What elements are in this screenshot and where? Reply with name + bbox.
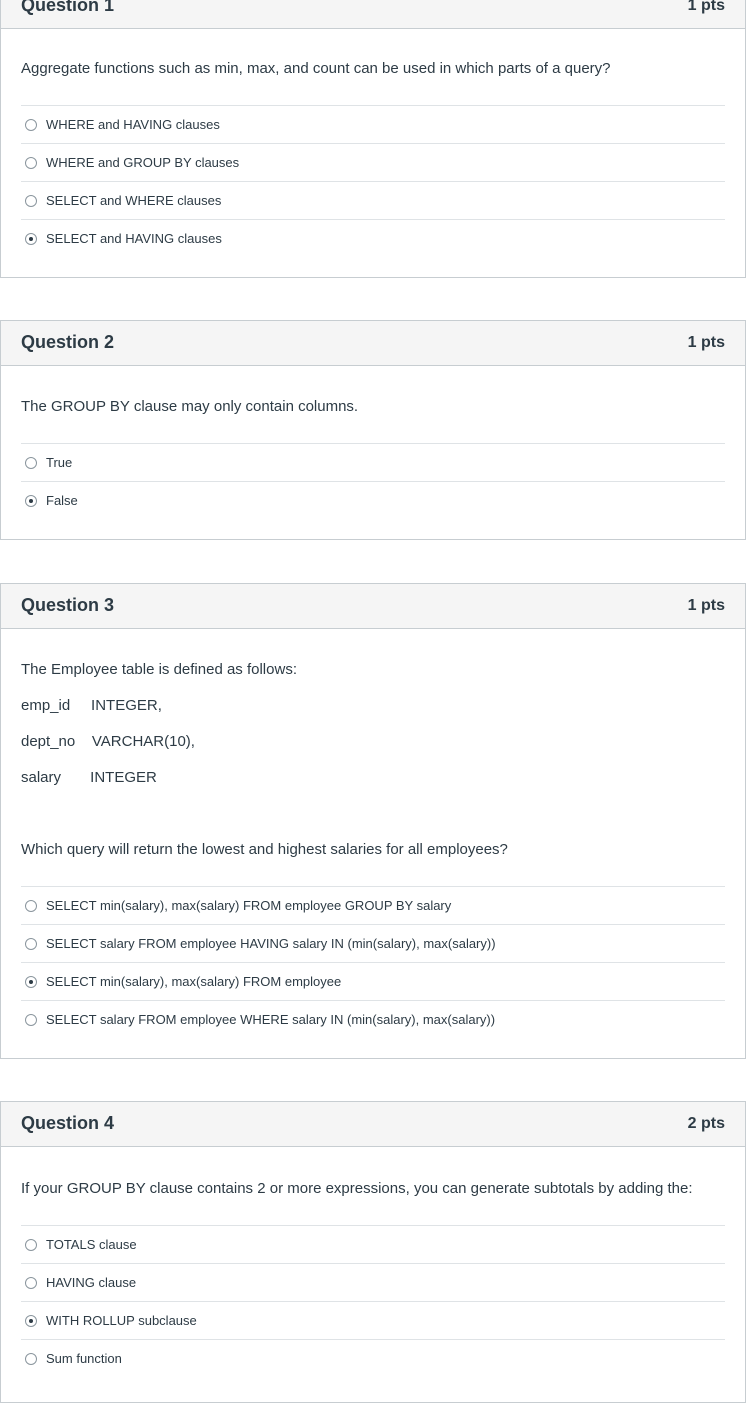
answer-label: True: [46, 455, 73, 470]
question-body: The GROUP BY clause may only contain col…: [1, 366, 745, 519]
radio-unchecked-icon[interactable]: [25, 1238, 37, 1251]
answer-label: False: [46, 493, 78, 508]
answer-list: WHERE and HAVING clauses WHERE and GROUP …: [21, 105, 725, 257]
question-intro: The Employee table is defined as follows…: [21, 661, 297, 678]
answer-option[interactable]: True: [21, 444, 725, 482]
answer-list: TOTALS clause HAVING clause WITH ROLLUP su…: [21, 1225, 725, 1377]
radio-checked-icon[interactable]: [25, 975, 37, 988]
answer-label: WHERE and GROUP BY clauses: [46, 155, 240, 170]
question-text: If your GROUP BY clause contains 2 or mo…: [21, 1180, 693, 1197]
radio-unchecked-icon[interactable]: [25, 1352, 37, 1365]
answer-label: HAVING clause: [46, 1275, 137, 1290]
question-title: Question 4: [21, 1113, 115, 1133]
question-2: Question 2 1 pts The GROUP BY clause may…: [0, 320, 746, 540]
radio-checked-icon[interactable]: [25, 232, 37, 245]
radio-checked-icon[interactable]: [25, 1314, 37, 1327]
question-text: The GROUP BY clause may only contain col…: [21, 398, 359, 415]
question-title: Question 1: [21, 0, 115, 15]
answer-label: WITH ROLLUP subclause: [46, 1313, 197, 1328]
answer-option[interactable]: WHERE and GROUP BY clauses: [21, 144, 725, 182]
radio-unchecked-icon[interactable]: [25, 194, 37, 207]
answer-option[interactable]: WHERE and HAVING clauses: [21, 106, 725, 144]
question-4: Question 4 2 pts If your GROUP BY clause…: [0, 1101, 746, 1403]
answer-option[interactable]: SELECT min(salary), max(salary) FROM emp…: [21, 887, 725, 925]
question-header: Question 3 1 pts: [1, 584, 745, 629]
answer-option[interactable]: TOTALS clause: [21, 1226, 725, 1264]
radio-unchecked-icon[interactable]: [25, 456, 37, 469]
question-points: 1 pts: [687, 0, 725, 14]
answer-option[interactable]: SELECT and WHERE clauses: [21, 182, 725, 220]
question-header: Question 2 1 pts: [1, 321, 745, 366]
answer-option[interactable]: SELECT and HAVING clauses: [21, 220, 725, 257]
question-3: Question 3 1 pts The Employee table is d…: [0, 583, 746, 1059]
question-body: Aggregate functions such as min, max, an…: [1, 29, 745, 257]
answer-list: SELECT min(salary), max(salary) FROM emp…: [21, 886, 725, 1038]
radio-unchecked-icon[interactable]: [25, 1013, 37, 1026]
answer-label: TOTALS clause: [46, 1237, 137, 1252]
question-points: 2 pts: [687, 1115, 725, 1132]
question-title: Question 3: [21, 595, 115, 615]
question-header: Question 4 2 pts: [1, 1102, 745, 1147]
answer-option[interactable]: False: [21, 482, 725, 519]
radio-unchecked-icon[interactable]: [25, 899, 37, 912]
radio-unchecked-icon[interactable]: [25, 937, 37, 950]
question-points: 1 pts: [687, 597, 725, 614]
question-header: Question 1 1 pts: [1, 0, 745, 29]
radio-unchecked-icon[interactable]: [25, 156, 37, 169]
table-def-line: salary INTEGER: [21, 769, 157, 786]
answer-option[interactable]: SELECT salary FROM employee HAVING salar…: [21, 925, 725, 963]
answer-option[interactable]: SELECT min(salary), max(salary) FROM emp…: [21, 963, 725, 1001]
question-title: Question 2: [21, 332, 115, 352]
table-def-line: emp_id INTEGER,: [21, 697, 162, 714]
radio-checked-icon[interactable]: [25, 494, 37, 507]
answer-label: WHERE and HAVING clauses: [46, 117, 220, 132]
answer-label: SELECT salary FROM employee HAVING salar…: [46, 936, 496, 951]
answer-option[interactable]: Sum function: [21, 1340, 725, 1377]
answer-list: True False: [21, 443, 725, 519]
answer-option[interactable]: HAVING clause: [21, 1264, 725, 1302]
question-1: Question 1 1 pts Aggregate functions suc…: [0, 0, 746, 278]
question-body: The Employee table is defined as follows…: [1, 629, 745, 1038]
answer-label: SELECT min(salary), max(salary) FROM emp…: [46, 898, 452, 913]
radio-unchecked-icon[interactable]: [25, 118, 37, 131]
question-text: Which query will return the lowest and h…: [21, 841, 508, 858]
radio-unchecked-icon[interactable]: [25, 1276, 37, 1289]
answer-option[interactable]: WITH ROLLUP subclause: [21, 1302, 725, 1340]
table-def-line: dept_no VARCHAR(10),: [21, 733, 195, 750]
answer-label: SELECT min(salary), max(salary) FROM emp…: [46, 974, 342, 989]
question-text: Aggregate functions such as min, max, an…: [21, 60, 611, 77]
answer-label: Sum function: [46, 1351, 122, 1366]
question-points: 1 pts: [687, 334, 725, 351]
answer-label: SELECT and WHERE clauses: [46, 193, 222, 208]
answer-label: SELECT salary FROM employee WHERE salary…: [46, 1012, 496, 1027]
question-body: If your GROUP BY clause contains 2 or mo…: [1, 1147, 745, 1377]
answer-option[interactable]: SELECT salary FROM employee WHERE salary…: [21, 1001, 725, 1038]
answer-label: SELECT and HAVING clauses: [46, 231, 222, 246]
